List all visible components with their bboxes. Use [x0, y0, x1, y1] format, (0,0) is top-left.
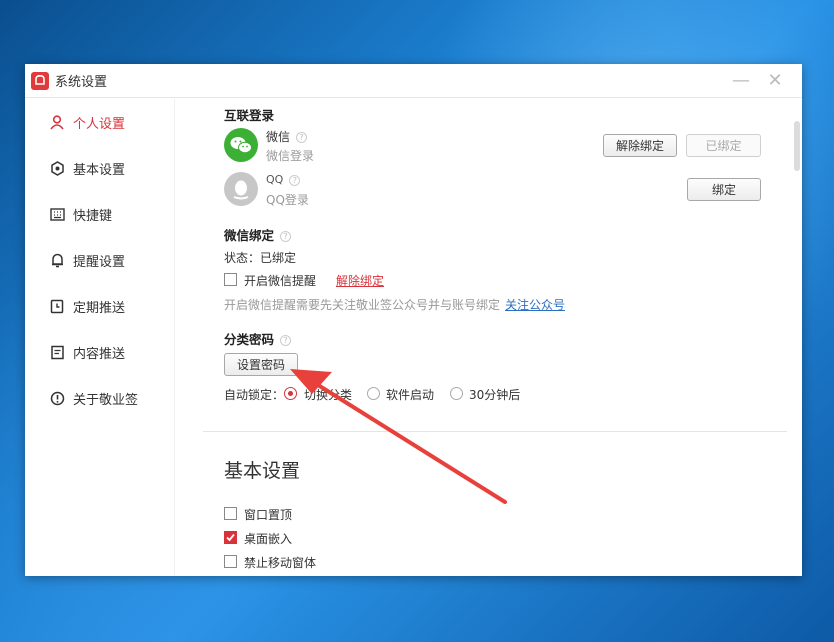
annotation-arrow-icon — [290, 369, 507, 504]
